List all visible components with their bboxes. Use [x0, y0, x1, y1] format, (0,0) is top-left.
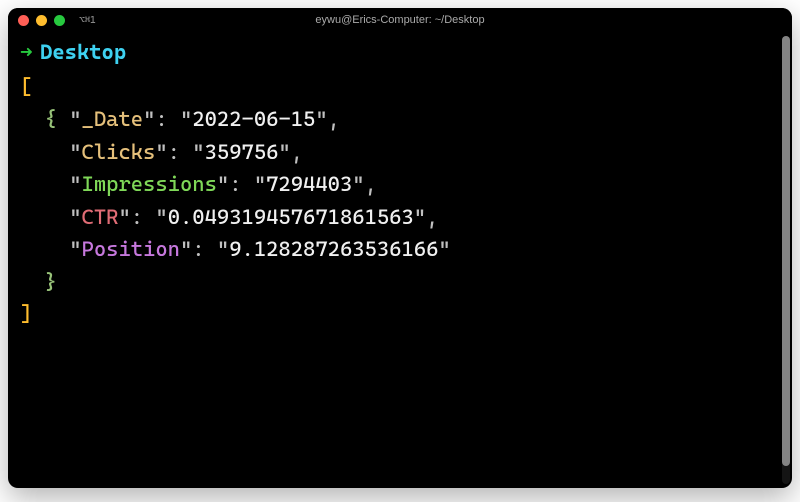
- quote: ": [118, 205, 130, 229]
- close-window-button[interactable]: [18, 15, 29, 26]
- quote: ": [278, 140, 290, 164]
- quote: ": [254, 172, 266, 196]
- window-titlebar: ⌥⌘1 eywu@Erics-Computer: ~/Desktop: [8, 8, 792, 32]
- colon: :: [192, 237, 217, 261]
- scrollbar-thumb[interactable]: [782, 36, 790, 466]
- quote: ": [180, 237, 192, 261]
- comma: ,: [426, 205, 438, 229]
- quote: ": [69, 205, 81, 229]
- quote: ": [155, 140, 167, 164]
- quote: ": [180, 107, 192, 131]
- quote: ": [315, 107, 327, 131]
- quote: ": [414, 205, 426, 229]
- zoom-window-button[interactable]: [54, 15, 65, 26]
- json-key-date: _Date: [82, 107, 144, 131]
- colon: :: [155, 107, 180, 131]
- quote: ": [192, 140, 204, 164]
- comma: ,: [365, 172, 377, 196]
- json-key-position: Position: [82, 237, 180, 261]
- json-open-bracket: [: [20, 75, 32, 99]
- quote: ": [69, 172, 81, 196]
- quote: ": [155, 205, 167, 229]
- json-val-date: 2022-06-15: [192, 107, 315, 131]
- tab-indicator: ⌥⌘1: [79, 15, 95, 26]
- colon: :: [229, 172, 254, 196]
- quote: ": [143, 107, 155, 131]
- colon: :: [131, 205, 156, 229]
- comma: ,: [328, 107, 340, 131]
- prompt-cwd: Desktop: [40, 36, 126, 69]
- scrollbar-track[interactable]: [782, 36, 790, 484]
- json-key-impressions: Impressions: [82, 172, 217, 196]
- prompt-arrow-icon: ➜: [20, 36, 33, 69]
- terminal-body[interactable]: ➜ Desktop [ { "_Date": "2022-06-15", "Cl…: [8, 32, 792, 488]
- json-key-ctr: CTR: [82, 205, 119, 229]
- json-val-impressions: 7294403: [266, 172, 352, 196]
- json-close-brace: }: [45, 270, 57, 294]
- colon: :: [168, 140, 193, 164]
- json-open-brace: {: [45, 107, 57, 131]
- json-val-clicks: 359756: [205, 140, 279, 164]
- prompt-line: ➜ Desktop: [20, 36, 780, 69]
- terminal-window: ⌥⌘1 eywu@Erics-Computer: ~/Desktop ➜ Des…: [8, 8, 792, 488]
- window-title: eywu@Erics-Computer: ~/Desktop: [8, 14, 792, 26]
- json-val-position: 9.128287263536166: [229, 237, 438, 261]
- quote: ": [352, 172, 364, 196]
- json-key-clicks: Clicks: [82, 140, 156, 164]
- quote: ": [69, 140, 81, 164]
- quote: ": [69, 237, 81, 261]
- json-output: [ { "_Date": "2022-06-15", "Clicks": "35…: [20, 71, 780, 331]
- quote: ": [217, 172, 229, 196]
- json-close-bracket: ]: [20, 302, 32, 326]
- json-val-ctr: 0.049319457671861563: [168, 205, 414, 229]
- quote: ": [217, 237, 229, 261]
- comma: ,: [291, 140, 303, 164]
- traffic-lights: [18, 15, 65, 26]
- minimize-window-button[interactable]: [36, 15, 47, 26]
- quote: ": [438, 237, 450, 261]
- quote: ": [69, 107, 81, 131]
